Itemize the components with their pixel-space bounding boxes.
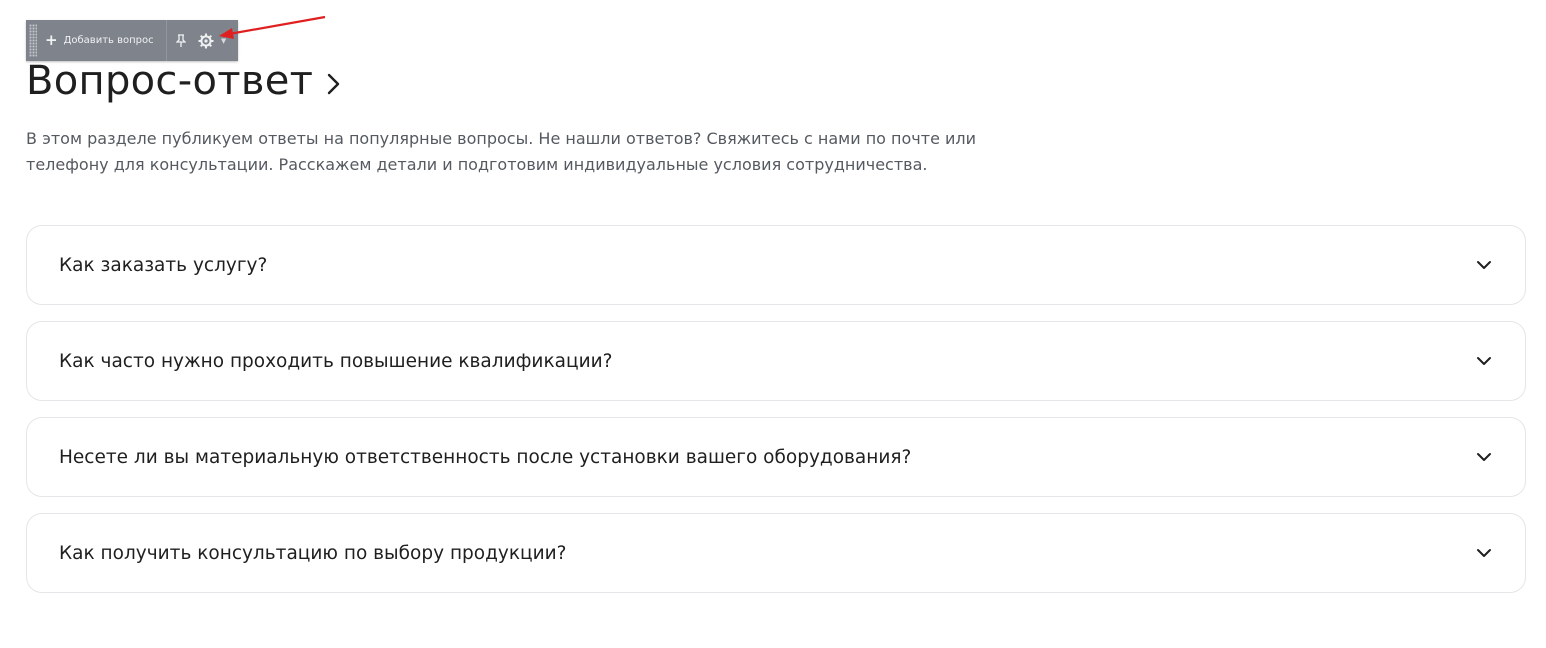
faq-question: Как заказать услугу? [59,254,268,276]
page-title[interactable]: Вопрос-ответ [26,58,341,104]
faq-question: Как часто нужно проходить повышение квал… [59,350,613,372]
chevron-down-icon[interactable] [1475,448,1493,466]
faq-question: Несете ли вы материальную ответственност… [59,446,912,468]
add-question-button[interactable]: + Добавить вопрос [37,20,166,61]
faq-item[interactable]: Как часто нужно проходить повышение квал… [26,321,1526,401]
settings-button[interactable] [195,20,217,61]
add-question-label: Добавить вопрос [63,35,154,46]
faq-item[interactable]: Как заказать услугу? [26,225,1526,305]
chevron-down-icon[interactable] [1475,544,1493,562]
annotation-arrow-icon [219,15,326,39]
page: + Добавить вопрос ▼ Вопрос-ответ В этом … [0,0,1546,648]
faq-list: Как заказать услугу? Как часто нужно про… [26,225,1526,609]
pin-button[interactable] [167,20,195,61]
faq-question: Как получить консультацию по выбору прод… [59,542,567,564]
admin-toolbar: + Добавить вопрос ▼ [26,20,238,61]
chevron-right-icon [328,73,340,95]
page-title-text: Вопрос-ответ [26,58,314,104]
chevron-down-icon[interactable] [1475,352,1493,370]
pin-icon [175,33,186,47]
faq-item[interactable]: Как получить консультацию по выбору прод… [26,513,1526,593]
drag-handle[interactable] [29,24,37,57]
faq-item[interactable]: Несете ли вы материальную ответственност… [26,417,1526,497]
plus-icon: + [45,31,58,49]
intro-text: В этом разделе публикуем ответы на попул… [26,129,977,174]
chevron-down-icon[interactable] [1475,256,1493,274]
gear-icon [198,33,214,48]
